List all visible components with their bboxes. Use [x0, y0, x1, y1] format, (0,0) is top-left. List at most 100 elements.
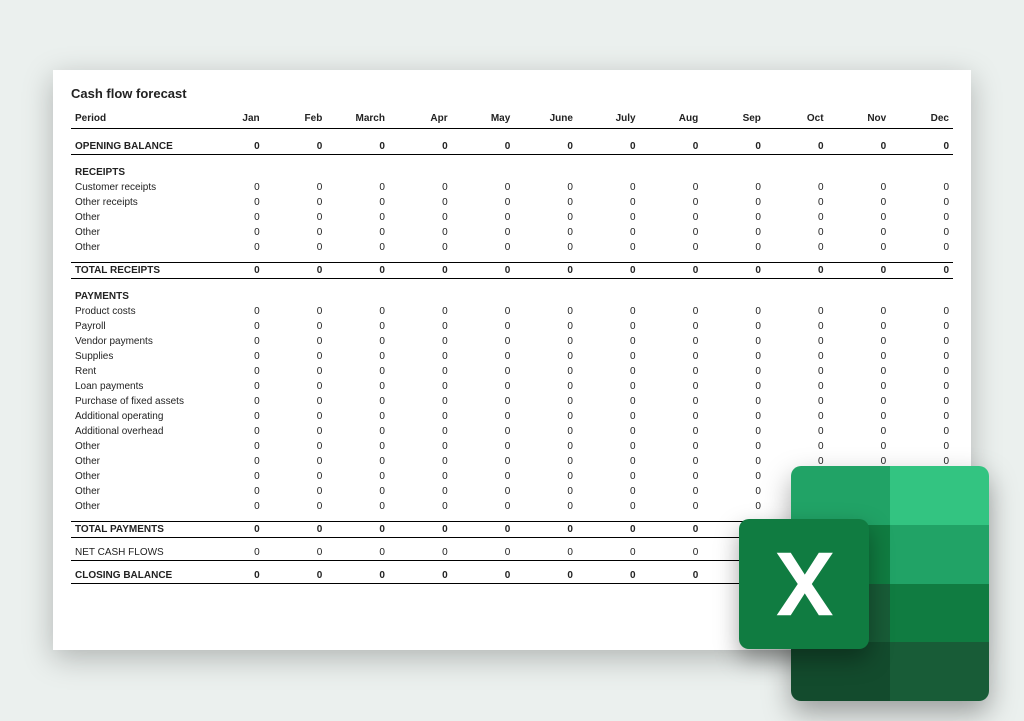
cell: 0	[326, 568, 389, 584]
cell: 0	[640, 522, 703, 538]
spacer-row	[71, 129, 953, 140]
month-header: Oct	[765, 111, 828, 129]
row-label: Other	[71, 210, 201, 225]
cell: 0	[514, 334, 577, 349]
cell: 0	[828, 319, 891, 334]
cell: 0	[326, 304, 389, 319]
row-label: Other	[71, 484, 201, 499]
cell	[890, 289, 953, 304]
cell: 0	[514, 469, 577, 484]
cell: 0	[514, 394, 577, 409]
cell	[452, 289, 515, 304]
cell: 0	[326, 263, 389, 279]
cell: 0	[452, 409, 515, 424]
cell: 0	[640, 334, 703, 349]
cell: 0	[389, 195, 452, 210]
cell: 0	[201, 484, 264, 499]
cell: 0	[452, 240, 515, 255]
cell: 0	[514, 522, 577, 538]
cell: 0	[765, 210, 828, 225]
cell: 0	[264, 364, 327, 379]
month-header: Sep	[702, 111, 765, 129]
cell: 0	[640, 225, 703, 240]
row-label: Payroll	[71, 319, 201, 334]
cell: 0	[702, 240, 765, 255]
cell: 0	[514, 545, 577, 561]
cell: 0	[890, 439, 953, 454]
cell: 0	[702, 364, 765, 379]
cell: 0	[264, 424, 327, 439]
cell: 0	[326, 240, 389, 255]
cell	[828, 165, 891, 180]
cell: 0	[828, 409, 891, 424]
cell: 0	[264, 349, 327, 364]
cell: 0	[452, 304, 515, 319]
cell: 0	[765, 379, 828, 394]
cell: 0	[201, 334, 264, 349]
cell: 0	[326, 499, 389, 514]
cell: 0	[702, 180, 765, 195]
cell: 0	[452, 364, 515, 379]
cell: 0	[640, 210, 703, 225]
spacer-row	[71, 255, 953, 263]
cell: 0	[702, 439, 765, 454]
cell: 0	[201, 469, 264, 484]
cell: 0	[389, 409, 452, 424]
cell: 0	[389, 439, 452, 454]
cell: 0	[452, 180, 515, 195]
cell: 0	[890, 225, 953, 240]
excel-icon	[739, 466, 989, 701]
cell: 0	[577, 522, 640, 538]
cell: 0	[514, 225, 577, 240]
cell: 0	[326, 139, 389, 155]
cell: 0	[890, 304, 953, 319]
cell: 0	[264, 379, 327, 394]
cell	[640, 289, 703, 304]
month-header: Feb	[264, 111, 327, 129]
cell: 0	[890, 379, 953, 394]
cell: 0	[389, 364, 452, 379]
table-row: Vendor payments000000000000	[71, 334, 953, 349]
cell: 0	[765, 180, 828, 195]
month-header: Dec	[890, 111, 953, 129]
cell: 0	[577, 499, 640, 514]
cell: 0	[577, 349, 640, 364]
cell: 0	[577, 409, 640, 424]
cell: 0	[201, 225, 264, 240]
cell	[389, 165, 452, 180]
month-header: Aug	[640, 111, 703, 129]
row-label: RECEIPTS	[71, 165, 201, 180]
cell: 0	[577, 195, 640, 210]
cell: 0	[389, 424, 452, 439]
cell: 0	[640, 568, 703, 584]
cell	[890, 165, 953, 180]
cell: 0	[264, 454, 327, 469]
cell: 0	[702, 139, 765, 155]
cell: 0	[640, 304, 703, 319]
row-label: TOTAL RECEIPTS	[71, 263, 201, 279]
cell: 0	[389, 139, 452, 155]
cell: 0	[577, 180, 640, 195]
cell: 0	[452, 195, 515, 210]
cell: 0	[326, 454, 389, 469]
row-label: Other	[71, 240, 201, 255]
cell: 0	[452, 394, 515, 409]
cell: 0	[577, 424, 640, 439]
cell: 0	[640, 180, 703, 195]
cell: 0	[514, 409, 577, 424]
cell: 0	[389, 263, 452, 279]
cell: 0	[514, 319, 577, 334]
row-label: Other	[71, 439, 201, 454]
cell: 0	[514, 379, 577, 394]
cell: 0	[577, 304, 640, 319]
spacer-row	[71, 155, 953, 166]
table-row: PAYMENTS	[71, 289, 953, 304]
row-label: Other	[71, 454, 201, 469]
cell: 0	[514, 180, 577, 195]
row-label: Additional overhead	[71, 424, 201, 439]
cell: 0	[389, 499, 452, 514]
cell	[577, 165, 640, 180]
cell: 0	[640, 424, 703, 439]
cell: 0	[577, 319, 640, 334]
cell	[765, 165, 828, 180]
